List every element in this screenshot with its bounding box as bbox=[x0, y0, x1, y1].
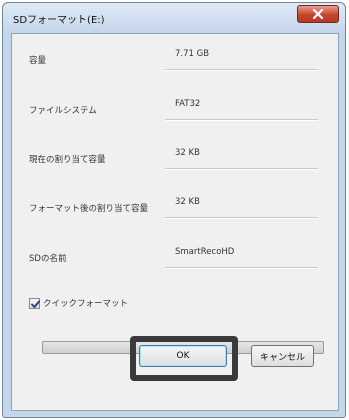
filesystem-row: ファイルシステム FAT32 bbox=[12, 96, 338, 126]
quick-format-option[interactable]: クイックフォーマット bbox=[29, 297, 128, 309]
quick-format-label: クイックフォーマット bbox=[43, 299, 129, 309]
sd-name-value[interactable]: SmartRecoHD bbox=[175, 247, 234, 257]
row-separator bbox=[165, 168, 318, 170]
row-separator bbox=[165, 217, 318, 219]
close-button[interactable] bbox=[297, 5, 339, 23]
current-allocation-value: 32 KB bbox=[175, 148, 200, 158]
after-format-allocation-value: 32 KB bbox=[175, 197, 200, 207]
sd-name-row: SDの名前 SmartRecoHD bbox=[12, 244, 338, 274]
capacity-label: 容量 bbox=[29, 56, 47, 66]
capacity-row: 容量 7.71 GB bbox=[12, 46, 338, 76]
close-icon bbox=[312, 9, 324, 19]
row-separator bbox=[165, 267, 318, 269]
current-allocation-label: 現在の割り当て容量 bbox=[29, 155, 106, 165]
after-format-allocation-row: フォーマット後の割り当て容量 32 KB bbox=[12, 194, 338, 224]
row-separator bbox=[165, 69, 318, 71]
filesystem-label: ファイルシステム bbox=[29, 106, 97, 116]
after-format-allocation-label: フォーマット後の割り当て容量 bbox=[29, 204, 149, 214]
window-title: SDフォーマット(E:) bbox=[13, 15, 105, 26]
row-separator bbox=[165, 119, 318, 121]
filesystem-value: FAT32 bbox=[175, 99, 201, 109]
capacity-value: 7.71 GB bbox=[175, 49, 210, 59]
ok-button[interactable]: OK bbox=[139, 345, 227, 367]
checkmark-icon bbox=[31, 300, 40, 308]
format-dialog: SDフォーマット(E:) 容量 7.71 GB ファイルシステム FAT32 現… bbox=[2, 2, 346, 418]
current-allocation-row: 現在の割り当て容量 32 KB bbox=[12, 145, 338, 175]
sd-name-label: SDの名前 bbox=[29, 254, 67, 264]
cancel-button[interactable]: キャンセル bbox=[251, 345, 314, 367]
quick-format-checkbox[interactable] bbox=[29, 297, 40, 309]
title-bar[interactable]: SDフォーマット(E:) bbox=[3, 3, 345, 31]
